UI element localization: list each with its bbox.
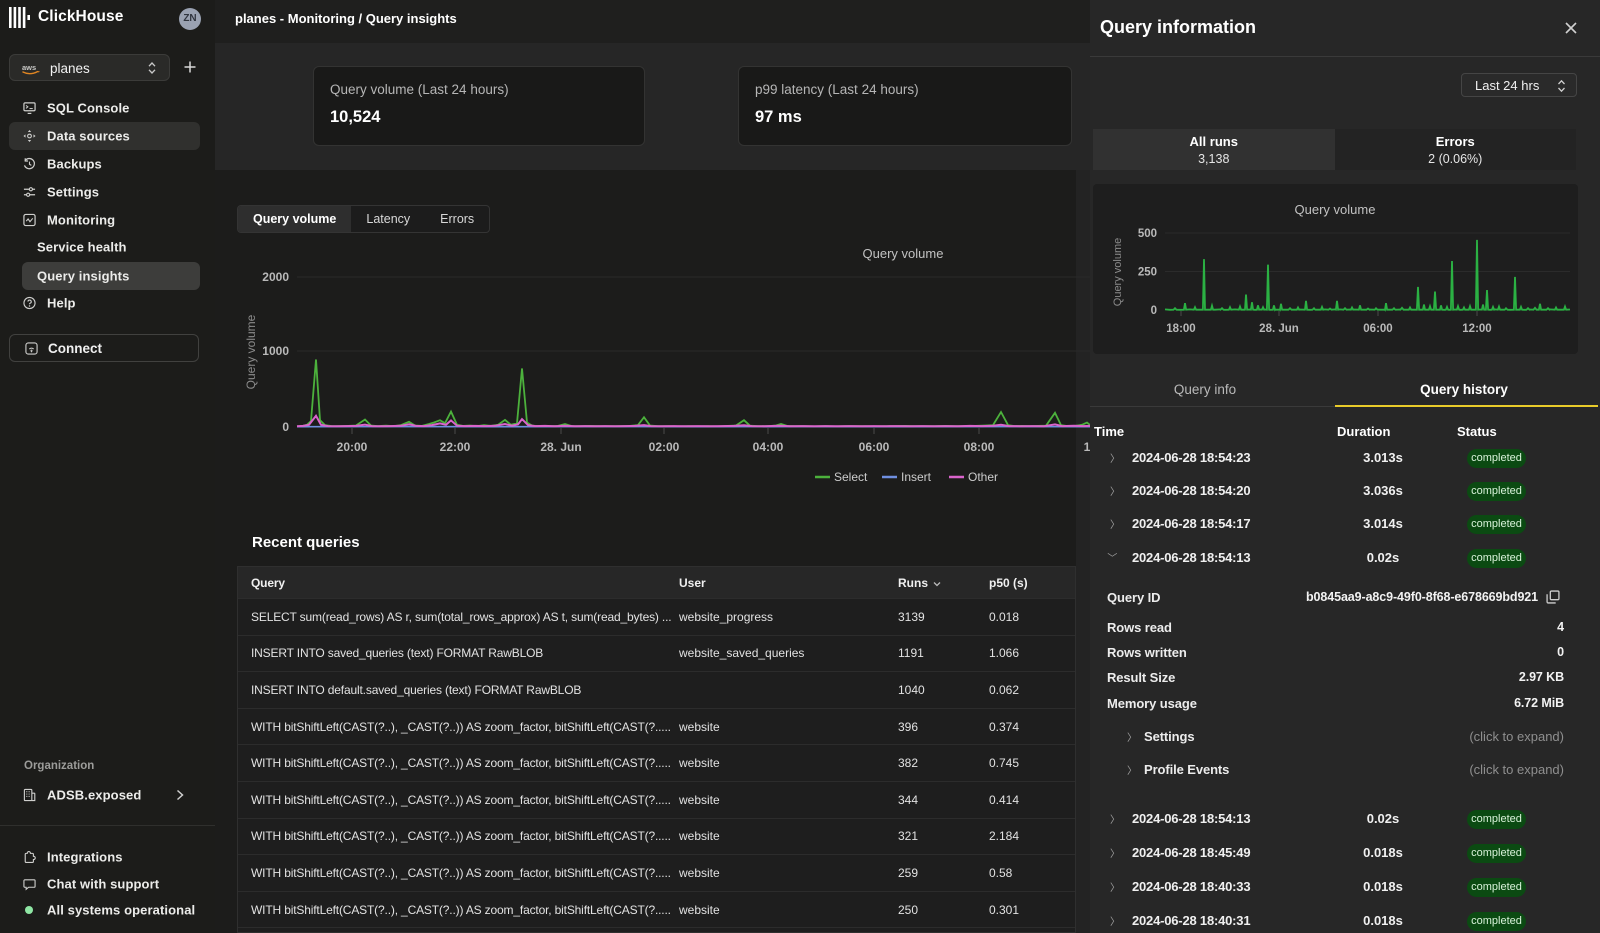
svg-text:2000: 2000 (262, 270, 289, 284)
svg-text:Insert: Insert (901, 470, 932, 484)
svg-text:aws: aws (22, 63, 36, 72)
svg-text:22:00: 22:00 (440, 440, 471, 454)
svg-text:0: 0 (282, 420, 289, 434)
svg-text:Query volume: Query volume (1112, 238, 1124, 306)
svg-text:04:00: 04:00 (753, 440, 784, 454)
svg-text:Other: Other (968, 470, 998, 484)
svg-text:250: 250 (1138, 267, 1157, 279)
svg-text:18:00: 18:00 (1166, 323, 1195, 335)
svg-text:Query volume: Query volume (244, 314, 258, 389)
svg-text:1000: 1000 (262, 344, 289, 358)
svg-text:20:00: 20:00 (337, 440, 368, 454)
svg-text:08:00: 08:00 (964, 440, 995, 454)
svg-text:28. Jun: 28. Jun (1259, 323, 1299, 335)
svg-text:Select: Select (834, 470, 868, 484)
svg-text:Query volume: Query volume (863, 246, 944, 261)
svg-text:02:00: 02:00 (649, 440, 680, 454)
svg-text:28. Jun: 28. Jun (540, 440, 581, 454)
svg-text:0: 0 (1151, 305, 1157, 317)
svg-text:500: 500 (1138, 228, 1157, 240)
svg-text:06:00: 06:00 (859, 440, 890, 454)
svg-text:06:00: 06:00 (1363, 323, 1392, 335)
svg-text:12:00: 12:00 (1462, 323, 1491, 335)
svg-text:Query volume: Query volume (1295, 202, 1376, 217)
